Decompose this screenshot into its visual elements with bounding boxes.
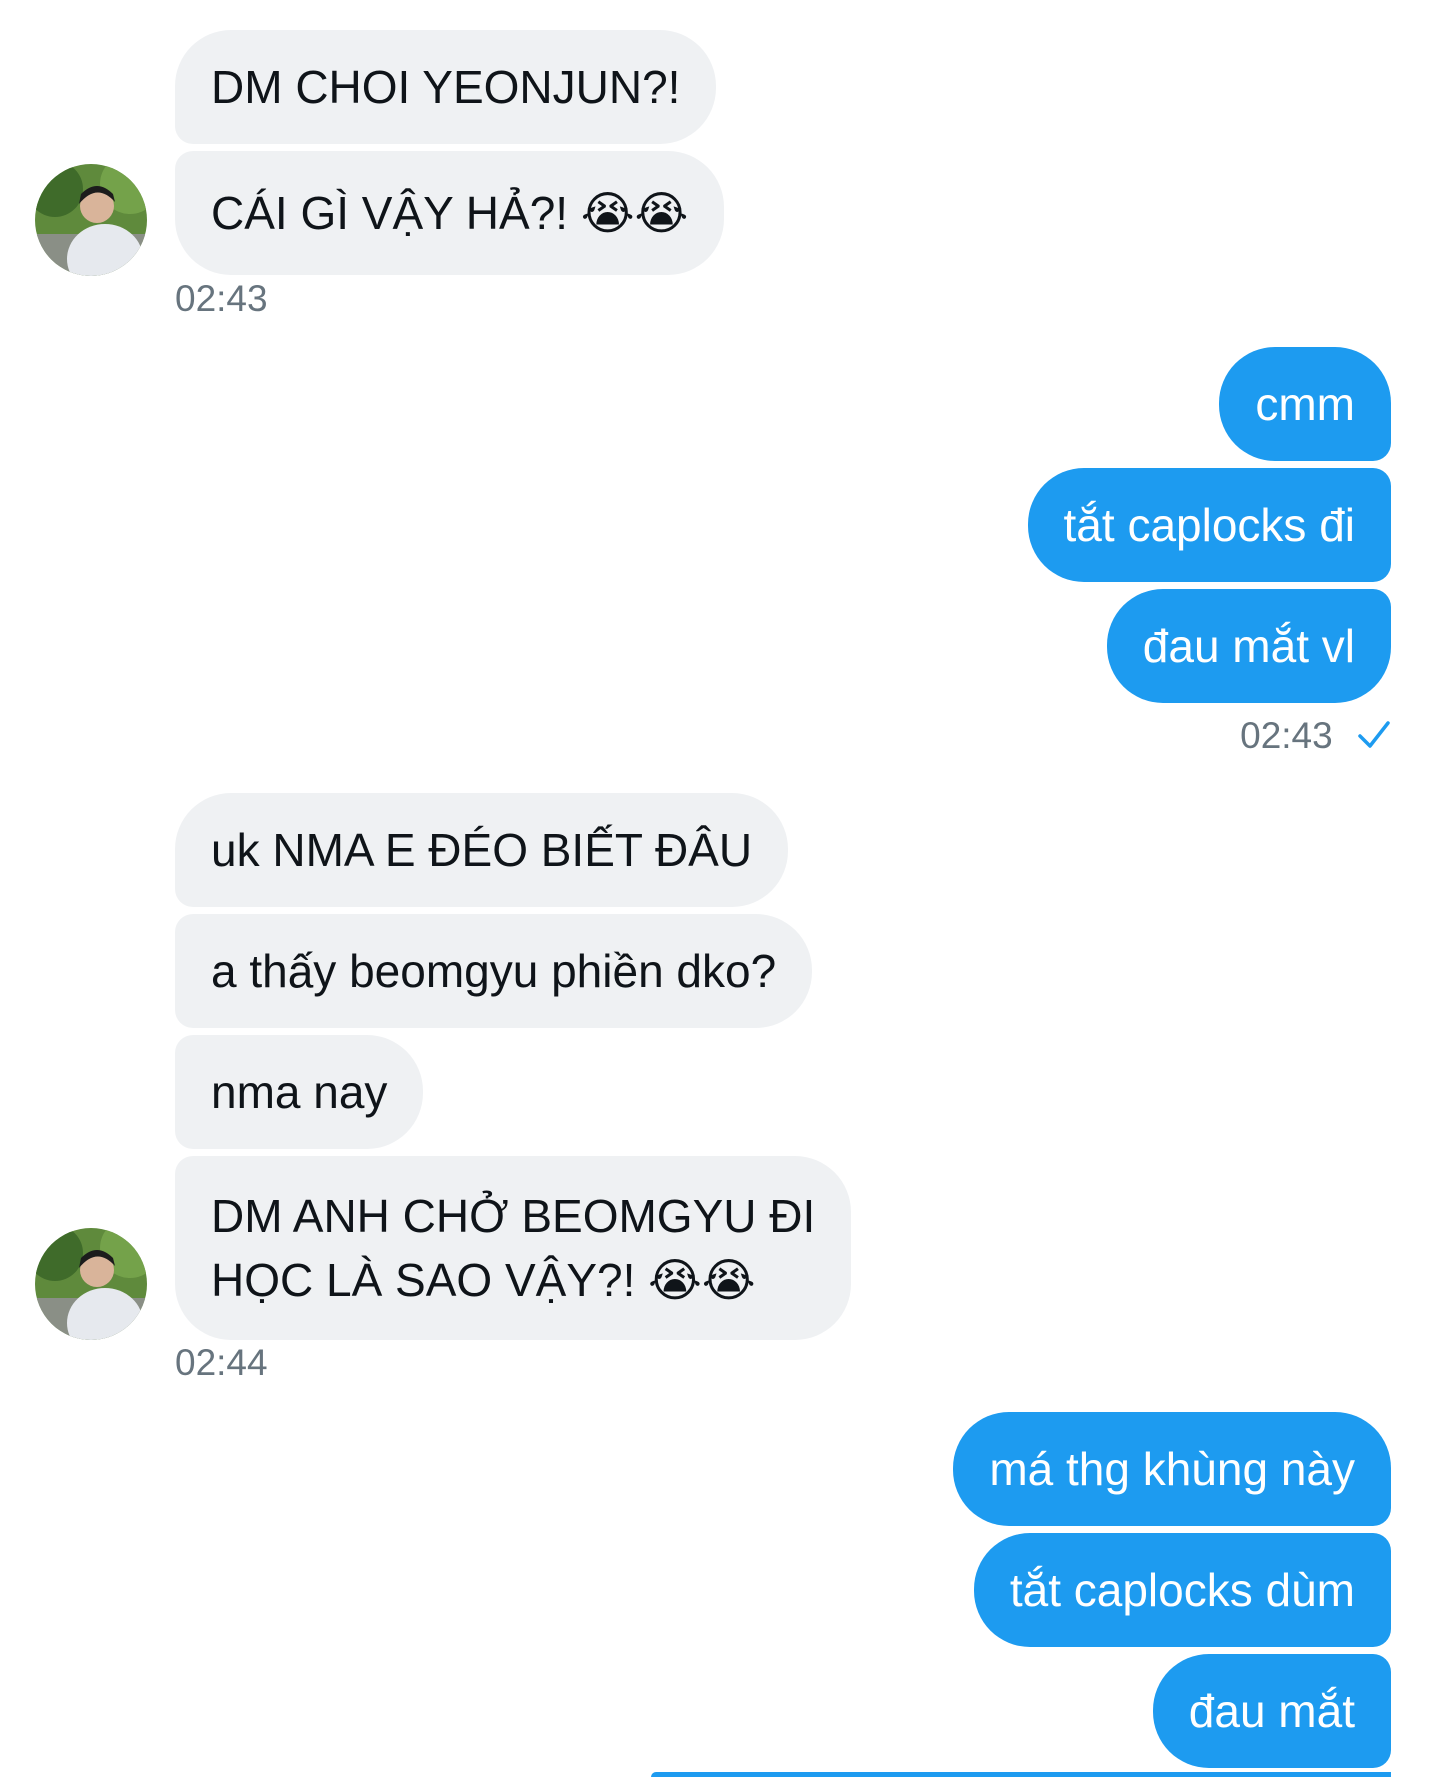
message-text: tắt caplocks đi <box>1063 499 1355 551</box>
message-text: tắt caplocks dùm <box>1009 1564 1355 1616</box>
message-text: cmm <box>1255 378 1355 430</box>
message-timestamp: 02:43 <box>175 278 268 319</box>
avatar-photo <box>35 1228 147 1340</box>
message-bubble-incoming[interactable]: DM ANH CHỞ BEOMGYU ĐI HỌC LÀ SAO VẬY?! 😭… <box>175 1156 852 1340</box>
message-timestamp-row: 02:43 <box>1240 715 1391 759</box>
message-bubble-outgoing[interactable]: đau mắt vl <box>1106 589 1391 703</box>
message-timestamp: 02:43 <box>1240 715 1333 756</box>
message-text: DM CHOI YEONJUN?! <box>211 61 681 113</box>
message-bubble-incoming[interactable]: DM CHOI YEONJUN?! <box>175 30 717 144</box>
avatar[interactable] <box>35 164 147 276</box>
message-bubble-outgoing[interactable]: đau mắt <box>1152 1654 1391 1768</box>
avatar[interactable] <box>35 1228 147 1340</box>
message-bubble-outgoing[interactable]: tắt caplocks đi <box>1027 468 1391 582</box>
avatar-photo <box>35 164 147 276</box>
message-text: a thấy beomgyu phiền dko? <box>211 945 777 997</box>
message-timestamp: 02:44 <box>175 1342 268 1383</box>
check-icon <box>1357 717 1391 759</box>
message-bubble-outgoing[interactable]: tắt caplocks dùm <box>973 1533 1391 1647</box>
message-bubble-incoming[interactable]: a thấy beomgyu phiền dko? <box>175 914 813 1028</box>
message-bubble-outgoing[interactable]: cmm <box>1219 347 1391 461</box>
message-text: đau mắt vl <box>1142 620 1355 672</box>
message-text: CÁI GÌ VẬY HẢ?! 😭😭 <box>211 187 689 239</box>
message-text-line: HỌC LÀ SAO VẬY?! 😭😭 <box>211 1254 756 1306</box>
message-text-line: DM ANH CHỞ BEOMGYU ĐI <box>211 1190 816 1242</box>
message-bubble-outgoing-partial[interactable] <box>651 1772 1391 1777</box>
message-bubble-incoming[interactable]: uk NMA E ĐÉO BIẾT ĐÂU <box>175 793 789 907</box>
message-text: má thg khùng này <box>989 1443 1355 1495</box>
message-text: nma nay <box>211 1066 388 1118</box>
message-text: đau mắt <box>1188 1685 1355 1737</box>
message-bubble-incoming[interactable]: CÁI GÌ VẬY HẢ?! 😭😭 <box>175 151 725 275</box>
message-text: uk NMA E ĐÉO BIẾT ĐÂU <box>211 824 753 876</box>
message-bubble-outgoing[interactable]: má thg khùng này <box>953 1412 1391 1526</box>
message-bubble-incoming[interactable]: nma nay <box>175 1035 424 1149</box>
